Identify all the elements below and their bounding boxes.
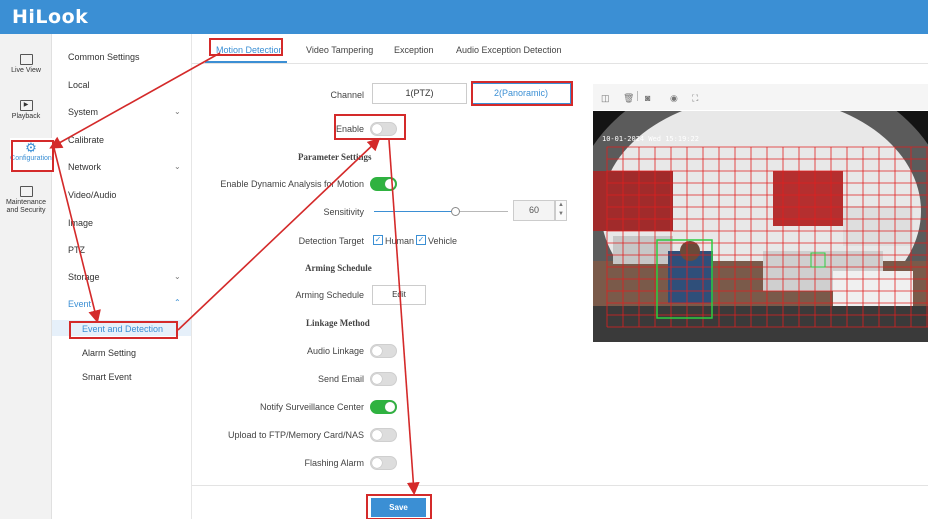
red-arrow-group bbox=[49, 52, 420, 496]
arrow-tab-to-config bbox=[49, 52, 221, 149]
arrow-event-to-enable bbox=[177, 137, 381, 331]
arrow-config-to-event bbox=[53, 147, 101, 324]
annotation-arrows bbox=[49, 52, 420, 496]
arrow-enable-to-save bbox=[388, 139, 420, 496]
